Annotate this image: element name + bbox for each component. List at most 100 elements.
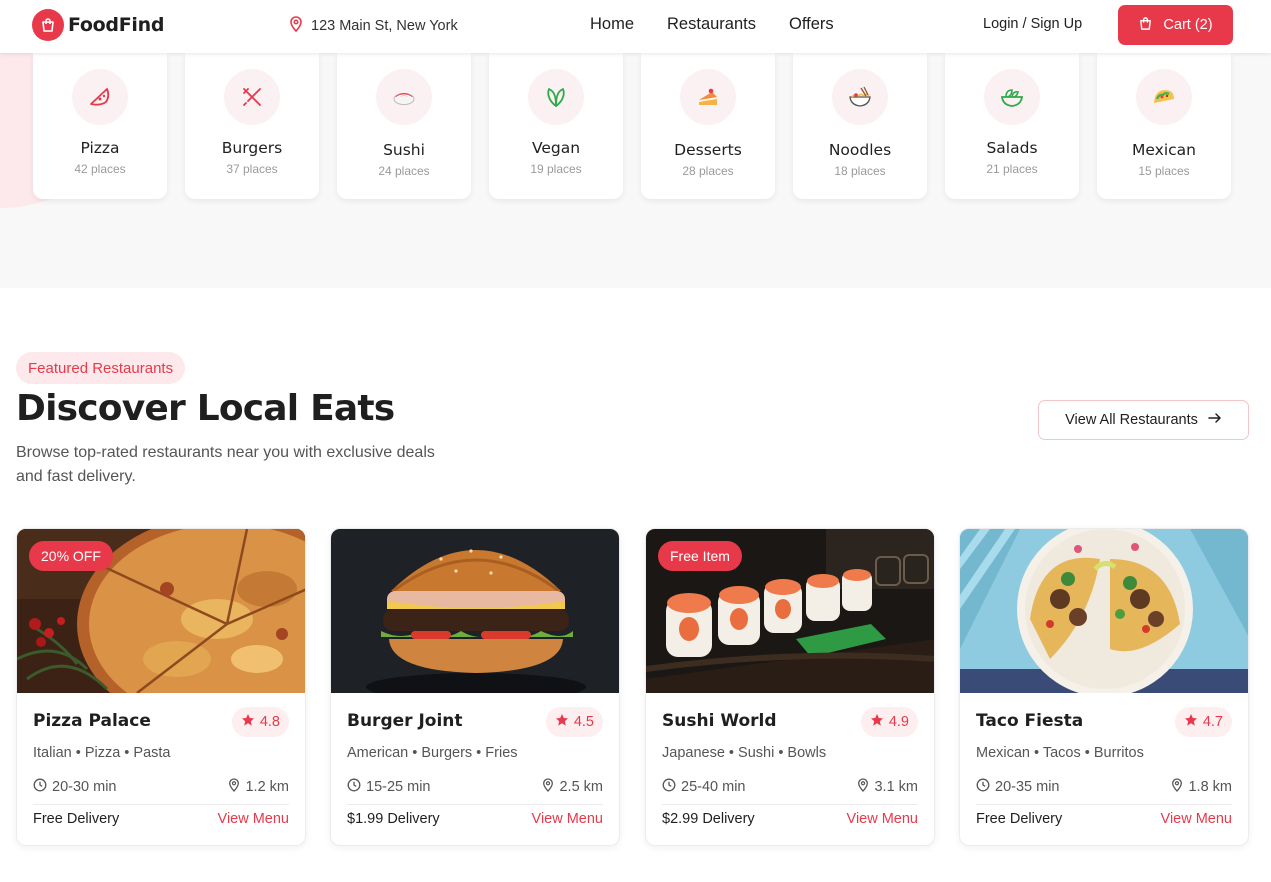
delivery-fee: Free Delivery — [33, 811, 120, 827]
restaurant-card-sushi-world[interactable]: Free Item Sushi World 4.9 Japanese • Sus… — [645, 528, 935, 846]
view-menu-link[interactable]: View Menu — [532, 811, 603, 827]
clock-icon — [662, 778, 676, 796]
rating-value: 4.5 — [573, 714, 594, 730]
delivery-time: 25-40 min — [662, 778, 745, 796]
card-divider — [976, 804, 1232, 805]
category-card-sushi[interactable]: Sushi 24 places — [337, 53, 471, 199]
view-all-restaurants-button[interactable]: View All Restaurants — [1038, 400, 1249, 440]
category-count: 37 places — [226, 162, 278, 176]
category-section: Pizza 42 places Burgers 37 places Sushi … — [0, 53, 1271, 288]
category-card-salads[interactable]: Salads 21 places — [945, 53, 1079, 199]
time-value: 20-35 min — [995, 779, 1060, 795]
delivery-fee: $2.99 Delivery — [662, 811, 755, 827]
map-pin-icon — [1171, 778, 1183, 796]
nav-restaurants[interactable]: Restaurants — [667, 15, 756, 34]
category-card-desserts[interactable]: Desserts 28 places — [641, 53, 775, 199]
view-menu-link[interactable]: View Menu — [847, 811, 918, 827]
rating-value: 4.9 — [888, 714, 909, 730]
shopping-bag-icon — [32, 9, 64, 41]
view-menu-link[interactable]: View Menu — [1161, 811, 1232, 827]
section-pill: Featured Restaurants — [16, 352, 186, 384]
cuisine-tags: Japanese • Sushi • Bowls — [662, 745, 827, 761]
category-name: Noodles — [828, 141, 892, 159]
delivery-fee: Free Delivery — [976, 811, 1063, 827]
pizza-slice-icon — [72, 69, 128, 125]
rating-badge: 4.7 — [1174, 707, 1232, 737]
restaurant-name: Taco Fiesta — [976, 711, 1084, 731]
map-pin-icon — [289, 16, 303, 36]
deal-badge: 20% OFF — [29, 541, 113, 571]
restaurant-card-taco-fiesta[interactable]: Taco Fiesta 4.7 Mexican • Tacos • Burrit… — [959, 528, 1249, 846]
view-menu-link[interactable]: View Menu — [218, 811, 289, 827]
noodle-bowl-icon — [832, 69, 888, 125]
category-name: Salads — [986, 139, 1038, 157]
map-pin-icon — [542, 778, 554, 796]
clock-icon — [347, 778, 361, 796]
star-icon — [870, 713, 884, 731]
taco-icon — [1136, 69, 1192, 125]
restaurant-name: Pizza Palace — [33, 711, 151, 731]
star-icon — [1184, 713, 1198, 731]
section-title: Discover Local Eats — [16, 388, 395, 429]
top-header: FoodFind 123 Main St, New York Home Rest… — [0, 0, 1271, 53]
nav-offers[interactable]: Offers — [789, 15, 834, 34]
category-name: Desserts — [674, 141, 742, 159]
category-count: 42 places — [74, 162, 126, 176]
delivery-fee: $1.99 Delivery — [347, 811, 440, 827]
login-link[interactable]: Login / Sign Up — [983, 16, 1082, 32]
cart-button[interactable]: Cart (2) — [1118, 5, 1233, 45]
nav-home[interactable]: Home — [590, 15, 634, 34]
rating-badge: 4.5 — [545, 707, 603, 737]
rating-value: 4.7 — [1202, 714, 1223, 730]
cuisine-tags: American • Burgers • Fries — [347, 745, 518, 761]
view-all-label: View All Restaurants — [1065, 412, 1198, 428]
main-nav: Home Restaurants Offers — [590, 15, 834, 34]
category-name: Vegan — [531, 139, 581, 157]
distance-value: 1.2 km — [245, 779, 289, 795]
category-name: Burgers — [221, 139, 283, 157]
category-count: 18 places — [834, 164, 886, 178]
arrow-right-icon — [1208, 412, 1222, 428]
leaf-icon — [528, 69, 584, 125]
category-card-pizza[interactable]: Pizza 42 places — [33, 53, 167, 199]
category-card-mexican[interactable]: Mexican 15 places — [1097, 53, 1231, 199]
category-count: 19 places — [530, 162, 582, 176]
rating-badge: 4.9 — [860, 707, 918, 737]
category-count: 24 places — [378, 164, 430, 178]
cuisine-tags: Italian • Pizza • Pasta — [33, 745, 171, 761]
card-divider — [33, 804, 289, 805]
card-divider — [347, 804, 603, 805]
taco-photo — [960, 529, 1248, 693]
sushi-photo: Free Item — [646, 529, 934, 693]
location-text: 123 Main St, New York — [311, 18, 458, 34]
location-selector[interactable]: 123 Main St, New York — [289, 16, 458, 36]
restaurant-card-burger-joint[interactable]: Burger Joint 4.5 American • Burgers • Fr… — [330, 528, 620, 846]
category-name: Pizza — [80, 139, 120, 157]
category-name: Mexican — [1132, 141, 1196, 159]
deal-badge: Free Item — [658, 541, 742, 571]
delivery-time: 20-35 min — [976, 778, 1059, 796]
distance-value: 3.1 km — [874, 779, 918, 795]
time-value: 25-40 min — [681, 779, 746, 795]
distance: 1.8 km — [1171, 778, 1232, 796]
cuisine-tags: Mexican • Tacos • Burritos — [976, 745, 1144, 761]
rating-value: 4.8 — [259, 714, 280, 730]
category-card-burgers[interactable]: Burgers 37 places — [185, 53, 319, 199]
fork-knife-icon — [224, 69, 280, 125]
restaurant-card-pizza-palace[interactable]: 20% OFF Pizza Palace 4.8 Italian • Pizza… — [16, 528, 306, 846]
logo[interactable]: FoodFind — [32, 9, 164, 41]
category-count: 21 places — [986, 162, 1038, 176]
map-pin-icon — [857, 778, 869, 796]
distance: 1.2 km — [228, 778, 289, 796]
sushi-icon — [376, 69, 432, 125]
card-divider — [662, 804, 918, 805]
category-card-noodles[interactable]: Noodles 18 places — [793, 53, 927, 199]
distance: 2.5 km — [542, 778, 603, 796]
distance: 3.1 km — [857, 778, 918, 796]
clock-icon — [976, 778, 990, 796]
category-count: 15 places — [1138, 164, 1190, 178]
distance-value: 1.8 km — [1188, 779, 1232, 795]
category-card-vegan[interactable]: Vegan 19 places — [489, 53, 623, 199]
distance-value: 2.5 km — [559, 779, 603, 795]
category-name: Sushi — [383, 141, 425, 159]
